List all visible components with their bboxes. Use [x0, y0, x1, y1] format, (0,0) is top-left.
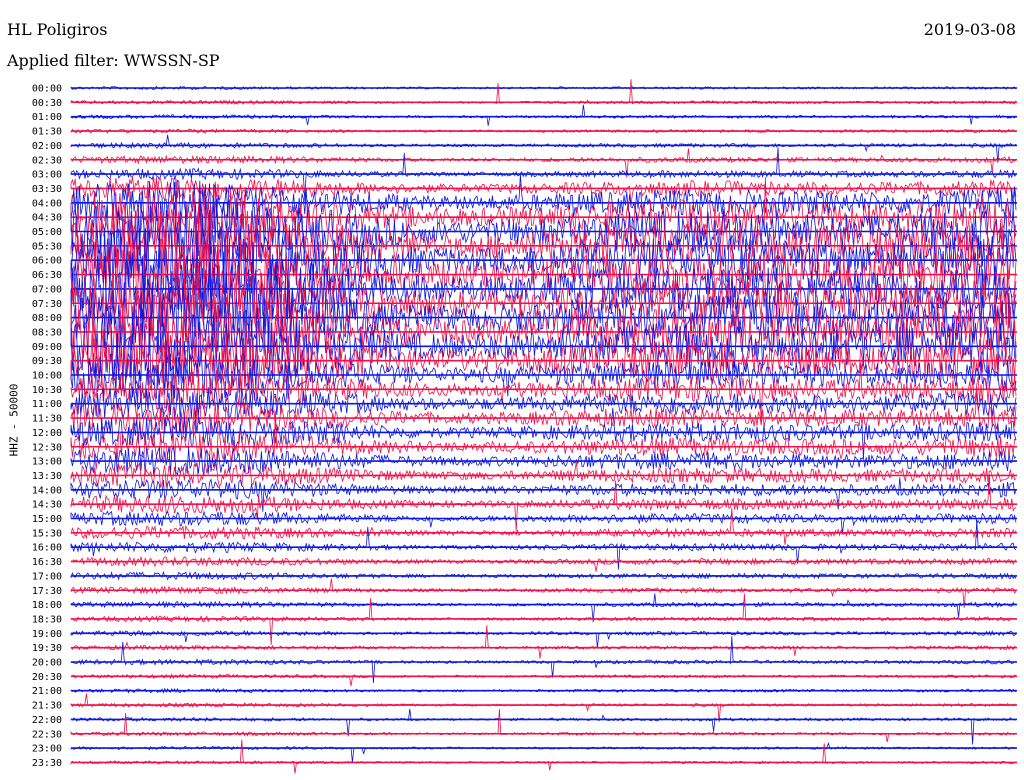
trace-row: 21:00: [32, 686, 1017, 697]
trace-row: 22:00: [32, 708, 1017, 745]
time-tick-label: 16:00: [32, 543, 62, 554]
seismic-trace: [70, 625, 1017, 659]
trace-row: 21:30: [32, 693, 1017, 723]
trace-row: 20:30: [32, 672, 1017, 687]
time-tick-label: 22:00: [32, 715, 62, 726]
seismic-trace: [70, 104, 1017, 126]
trace-row: 23:30: [32, 739, 1017, 774]
time-tick-label: 21:00: [32, 686, 62, 697]
time-tick-label: 09:30: [32, 356, 62, 367]
seismic-trace: [70, 708, 1017, 743]
time-tick-label: 20:00: [32, 658, 62, 669]
time-tick-label: 02:30: [32, 155, 62, 166]
seismic-trace: [70, 148, 1017, 178]
time-tick-label: 02:00: [32, 141, 62, 152]
seismic-trace: [70, 474, 1017, 532]
time-tick-label: 16:30: [32, 557, 62, 568]
time-tick-label: 12:30: [32, 442, 62, 453]
trace-row: 00:30: [32, 79, 1017, 109]
time-tick-label: 15:00: [32, 514, 62, 525]
trace-row: 01:00: [32, 104, 1017, 126]
seismic-trace: [70, 79, 1017, 106]
trace-row: 18:30: [32, 593, 1017, 645]
seismic-trace: [70, 742, 1017, 763]
time-tick-label: 07:30: [32, 299, 62, 310]
seismic-trace: [70, 693, 1017, 723]
time-tick-label: 06:30: [32, 270, 62, 281]
trace-row: 16:30: [32, 555, 1017, 572]
seismic-trace: [70, 555, 1017, 572]
trace-row: 17:30: [32, 578, 1017, 608]
time-tick-label: 00:30: [32, 98, 62, 109]
helicorder-plot: 00:00 00:30 01:00 01:30 02:00 02:30 03:00 03:30…: [32, 79, 1017, 774]
time-tick-label: 10:30: [32, 385, 62, 396]
trace-row: 17:00: [32, 570, 1017, 582]
time-tick-label: 03:00: [32, 170, 62, 181]
time-tick-label: 21:30: [32, 701, 62, 712]
seismic-trace: [70, 708, 1017, 745]
seismic-trace: [70, 593, 1017, 623]
time-tick-label: 01:00: [32, 112, 62, 123]
time-tick-label: 11:00: [32, 399, 62, 410]
time-tick-label: 08:00: [32, 313, 62, 324]
trace-row: 00:00: [32, 84, 1017, 95]
time-tick-label: 14:00: [32, 485, 62, 496]
time-tick-label: 15:30: [32, 528, 62, 539]
trace-row: 23:00: [32, 742, 1017, 763]
time-tick-label: 11:30: [32, 414, 62, 425]
time-tick-label: 12:00: [32, 428, 62, 439]
time-tick-label: 18:00: [32, 600, 62, 611]
seismic-trace: [70, 507, 1017, 545]
trace-row: 19:30: [32, 625, 1017, 659]
time-tick-label: 17:00: [32, 571, 62, 582]
seismic-trace: [70, 578, 1017, 608]
trace-row: 15:30: [32, 507, 1017, 545]
trace-row: 15:00: [32, 510, 1017, 535]
seismic-trace: [70, 739, 1017, 774]
time-tick-label: 23:00: [32, 744, 62, 755]
time-tick-label: 13:30: [32, 471, 62, 482]
time-tick-label: 14:30: [32, 500, 62, 511]
time-tick-label: 05:00: [32, 227, 62, 238]
time-tick-label: 17:30: [32, 586, 62, 597]
time-tick-label: 03:30: [32, 184, 62, 195]
time-tick-label: 10:00: [32, 371, 62, 382]
time-tick-label: 00:00: [32, 84, 62, 95]
time-tick-label: 13:00: [32, 457, 62, 468]
trace-row: 14:00: [32, 477, 1017, 512]
trace-row: 13:00: [32, 445, 1017, 476]
time-tick-label: 19:00: [32, 629, 62, 640]
time-tick-label: 06:00: [32, 256, 62, 267]
time-tick-label: 05:30: [32, 241, 62, 252]
time-tick-label: 20:30: [32, 672, 62, 683]
time-tick-label: 09:00: [32, 342, 62, 353]
time-tick-label: 04:30: [32, 213, 62, 224]
time-tick-label: 08:30: [32, 327, 62, 338]
time-tick-label: 23:30: [32, 758, 62, 769]
time-tick-label: 18:30: [32, 614, 62, 625]
time-tick-label: 22:30: [32, 729, 62, 740]
trace-row: 19:00: [32, 629, 1017, 648]
time-tick-label: 07:00: [32, 284, 62, 295]
trace-row: 01:30: [32, 127, 1017, 138]
time-tick-label: 01:30: [32, 127, 62, 138]
seismic-trace: [70, 510, 1017, 535]
time-tick-label: 19:30: [32, 643, 62, 654]
time-tick-label: 04:00: [32, 198, 62, 209]
trace-row: 22:30: [32, 708, 1017, 743]
